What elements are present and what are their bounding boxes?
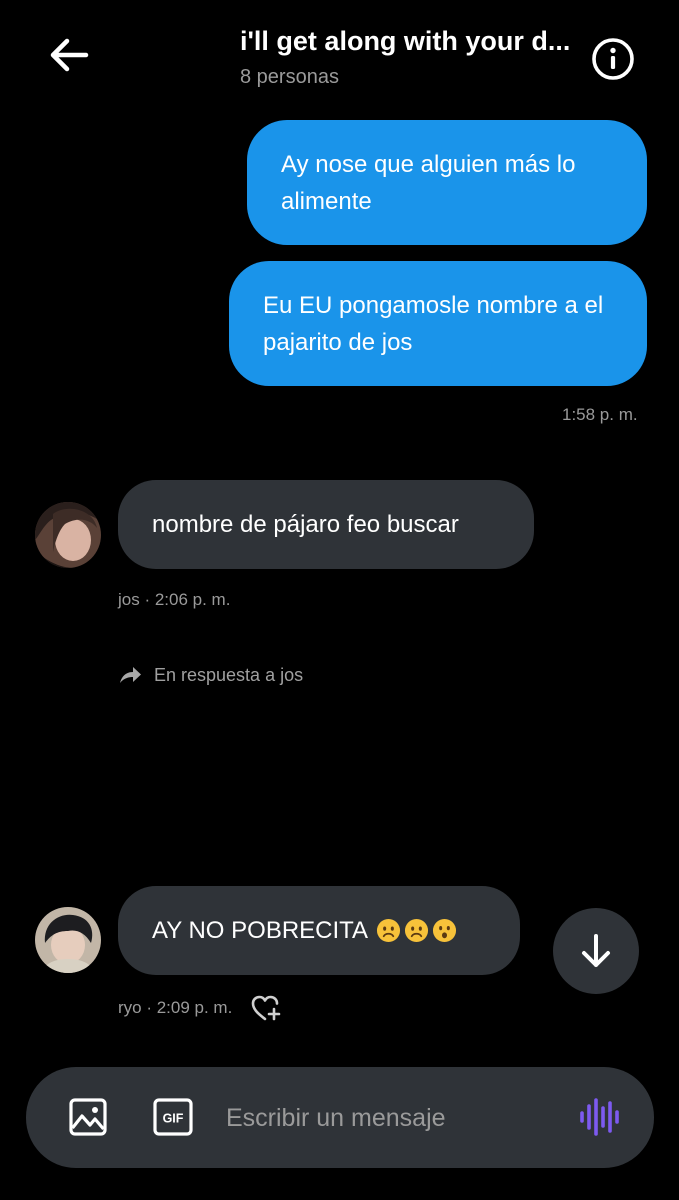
message-bubble-outgoing[interactable]: Eu EU pongamosle nombre a el pajarito de… [229, 261, 647, 386]
surprised-face-emoji [433, 918, 457, 943]
image-button[interactable] [68, 1097, 108, 1137]
group-title[interactable]: i'll get along with your d... [240, 26, 585, 57]
message-timestamp: 1:58 p. m. [562, 405, 638, 424]
add-reaction-button[interactable] [250, 994, 284, 1022]
gif-icon: GIF [153, 1098, 193, 1136]
avatar[interactable] [35, 502, 101, 568]
message-meta: jos · 2:06 p. m. [118, 590, 231, 609]
scroll-to-bottom-button[interactable] [553, 908, 639, 994]
message-meta: ryo · 2:09 p. m. [118, 994, 284, 1022]
gif-button[interactable]: GIF [153, 1098, 193, 1136]
user-photo [35, 907, 101, 973]
frowning-face-emoji [405, 918, 429, 943]
message-text: AY NO POBRECITA [152, 916, 369, 944]
reply-indicator: En respuesta a jos [118, 664, 303, 686]
message-text: nombre de pájaro feo buscar [152, 510, 459, 538]
gif-label: GIF [163, 1112, 184, 1126]
info-icon [592, 38, 634, 80]
frowning-face-emoji [377, 918, 401, 943]
message-text: Ay nose que alguien más lo alimente [281, 150, 576, 215]
heart-plus-icon [252, 995, 281, 1021]
conversation-header: i'll get along with your d... 8 personas [0, 0, 679, 110]
message-text: Eu EU pongamosle nombre a el pajarito de… [263, 291, 604, 356]
reply-label: En respuesta a jos [154, 664, 304, 685]
info-button[interactable] [590, 36, 636, 82]
reply-arrow-icon [120, 667, 141, 683]
voice-waveform-icon [580, 1098, 619, 1136]
user-photo [35, 502, 101, 568]
message-bubble-incoming[interactable]: AY NO POBRECITA [118, 886, 520, 975]
arrow-down-icon [582, 934, 610, 967]
voice-message-button[interactable] [578, 1097, 622, 1137]
message-input[interactable] [224, 1097, 568, 1139]
message-composer: GIF [26, 1067, 654, 1168]
image-icon [69, 1098, 107, 1136]
back-button[interactable] [44, 32, 94, 78]
arrow-left-icon [50, 38, 89, 72]
message-meta-text: ryo · 2:09 p. m. [118, 998, 233, 1017]
avatar[interactable] [35, 907, 101, 973]
message-bubble-incoming[interactable]: nombre de pájaro feo buscar [118, 480, 534, 569]
member-count: 8 personas [240, 66, 339, 88]
message-bubble-outgoing[interactable]: Ay nose que alguien más lo alimente [247, 120, 647, 245]
